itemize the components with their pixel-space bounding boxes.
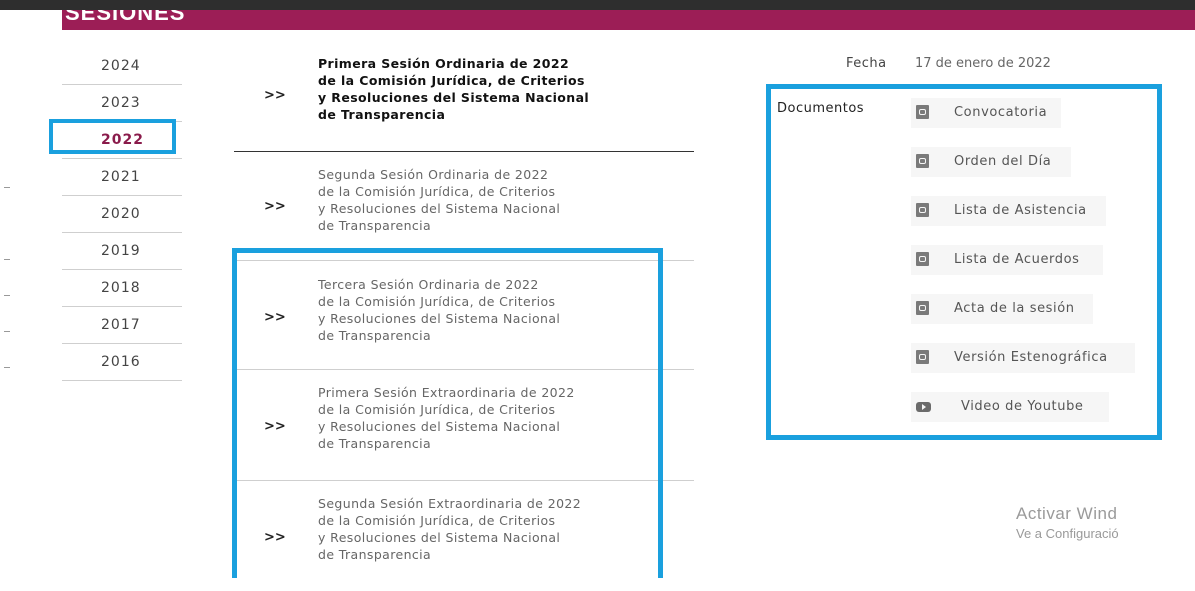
- pdf-icon: [916, 350, 929, 364]
- year-label: 2020: [101, 206, 141, 222]
- year-label: 2017: [101, 317, 141, 333]
- doc-label: Acta de la sesión: [954, 301, 1075, 316]
- pdf-icon: [916, 105, 929, 119]
- doc-convocatoria[interactable]: Convocatoria: [911, 98, 1061, 128]
- pdf-icon: [916, 154, 929, 168]
- doc-acta-de-la-sesion[interactable]: Acta de la sesión: [911, 294, 1093, 324]
- watermark-line-1: Activar Wind: [1016, 504, 1118, 523]
- header-title: SESIONES: [65, 10, 186, 25]
- year-item-2020[interactable]: 2020: [62, 196, 182, 233]
- session-title: Primera Sesión Ordinaria de 2022 de la C…: [318, 56, 590, 122]
- doc-label: Lista de Acuerdos: [954, 252, 1080, 267]
- year-item-2021[interactable]: 2021: [62, 159, 182, 196]
- sessions-highlight: [232, 248, 663, 578]
- session-title: Segunda Sesión Ordinaria de 2022 de la C…: [318, 167, 561, 233]
- doc-orden-del-dia[interactable]: Orden del Día: [911, 147, 1071, 177]
- video-icon: [916, 402, 931, 412]
- session-item-1[interactable]: >> Primera Sesión Ordinaria de 2022 de l…: [234, 48, 694, 152]
- doc-label: Video de Youtube: [961, 399, 1084, 414]
- year-label: 2016: [101, 354, 141, 370]
- year-label: 2019: [101, 243, 141, 259]
- double-chevron-icon: >>: [264, 88, 286, 103]
- pdf-icon: [916, 252, 929, 266]
- year-item-2018[interactable]: 2018: [62, 270, 182, 307]
- session-item-2[interactable]: >> Segunda Sesión Ordinaria de 2022 de l…: [234, 152, 694, 261]
- watermark-line-2: Ve a Configuració: [1016, 526, 1119, 541]
- double-chevron-icon: >>: [264, 199, 286, 214]
- top-bar: [0, 0, 1195, 10]
- pdf-icon: [916, 301, 929, 315]
- fecha-label: Fecha: [846, 56, 887, 71]
- doc-label: Orden del Día: [954, 154, 1052, 169]
- documents-label: Documentos: [777, 101, 865, 116]
- year-item-2017[interactable]: 2017: [62, 307, 182, 344]
- year-label: 2023: [101, 95, 141, 111]
- active-year-highlight: [49, 119, 176, 154]
- fecha-value: 17 de enero de 2022: [915, 56, 1051, 71]
- year-label: 2021: [101, 169, 141, 185]
- year-item-2024[interactable]: 2024: [62, 48, 182, 85]
- sessions-header: SESIONES: [62, 10, 1195, 30]
- year-item-2019[interactable]: 2019: [62, 233, 182, 270]
- pdf-icon: [916, 203, 929, 217]
- year-label: 2018: [101, 280, 141, 296]
- doc-label: Versión Estenográfica: [954, 350, 1108, 365]
- doc-lista-de-acuerdos[interactable]: Lista de Acuerdos: [911, 245, 1103, 275]
- doc-lista-de-asistencia[interactable]: Lista de Asistencia: [911, 196, 1106, 226]
- year-list: 2024 2023 2022 2021 2020 2019 2018 2017 …: [62, 48, 182, 381]
- doc-video-youtube[interactable]: Video de Youtube: [911, 392, 1109, 422]
- year-item-2016[interactable]: 2016: [62, 344, 182, 381]
- year-label: 2024: [101, 58, 141, 74]
- activation-watermark: Activar Wind Ve a Configuració: [1016, 504, 1119, 541]
- doc-label: Convocatoria: [954, 105, 1048, 120]
- doc-version-estenografica[interactable]: Versión Estenográfica: [911, 343, 1135, 373]
- doc-label: Lista de Asistencia: [954, 203, 1087, 218]
- year-item-2023[interactable]: 2023: [62, 85, 182, 122]
